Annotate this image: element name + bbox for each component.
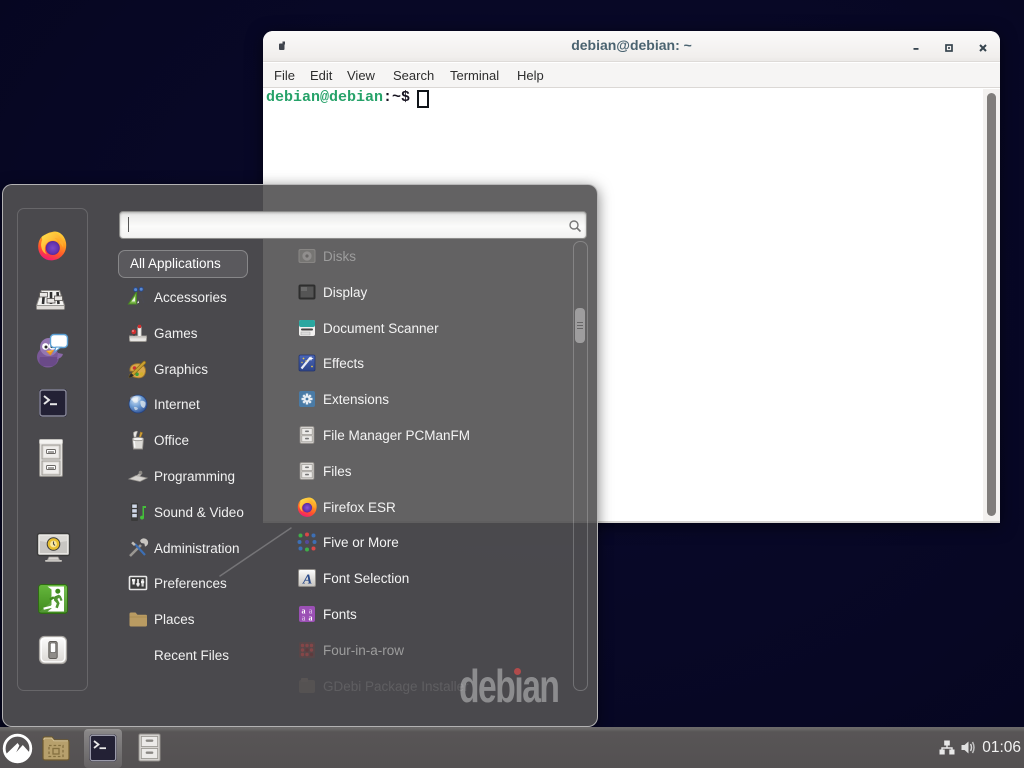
svg-text:A: A: [302, 573, 312, 588]
svg-text:a: a: [309, 614, 313, 623]
svg-text:a: a: [302, 614, 306, 623]
